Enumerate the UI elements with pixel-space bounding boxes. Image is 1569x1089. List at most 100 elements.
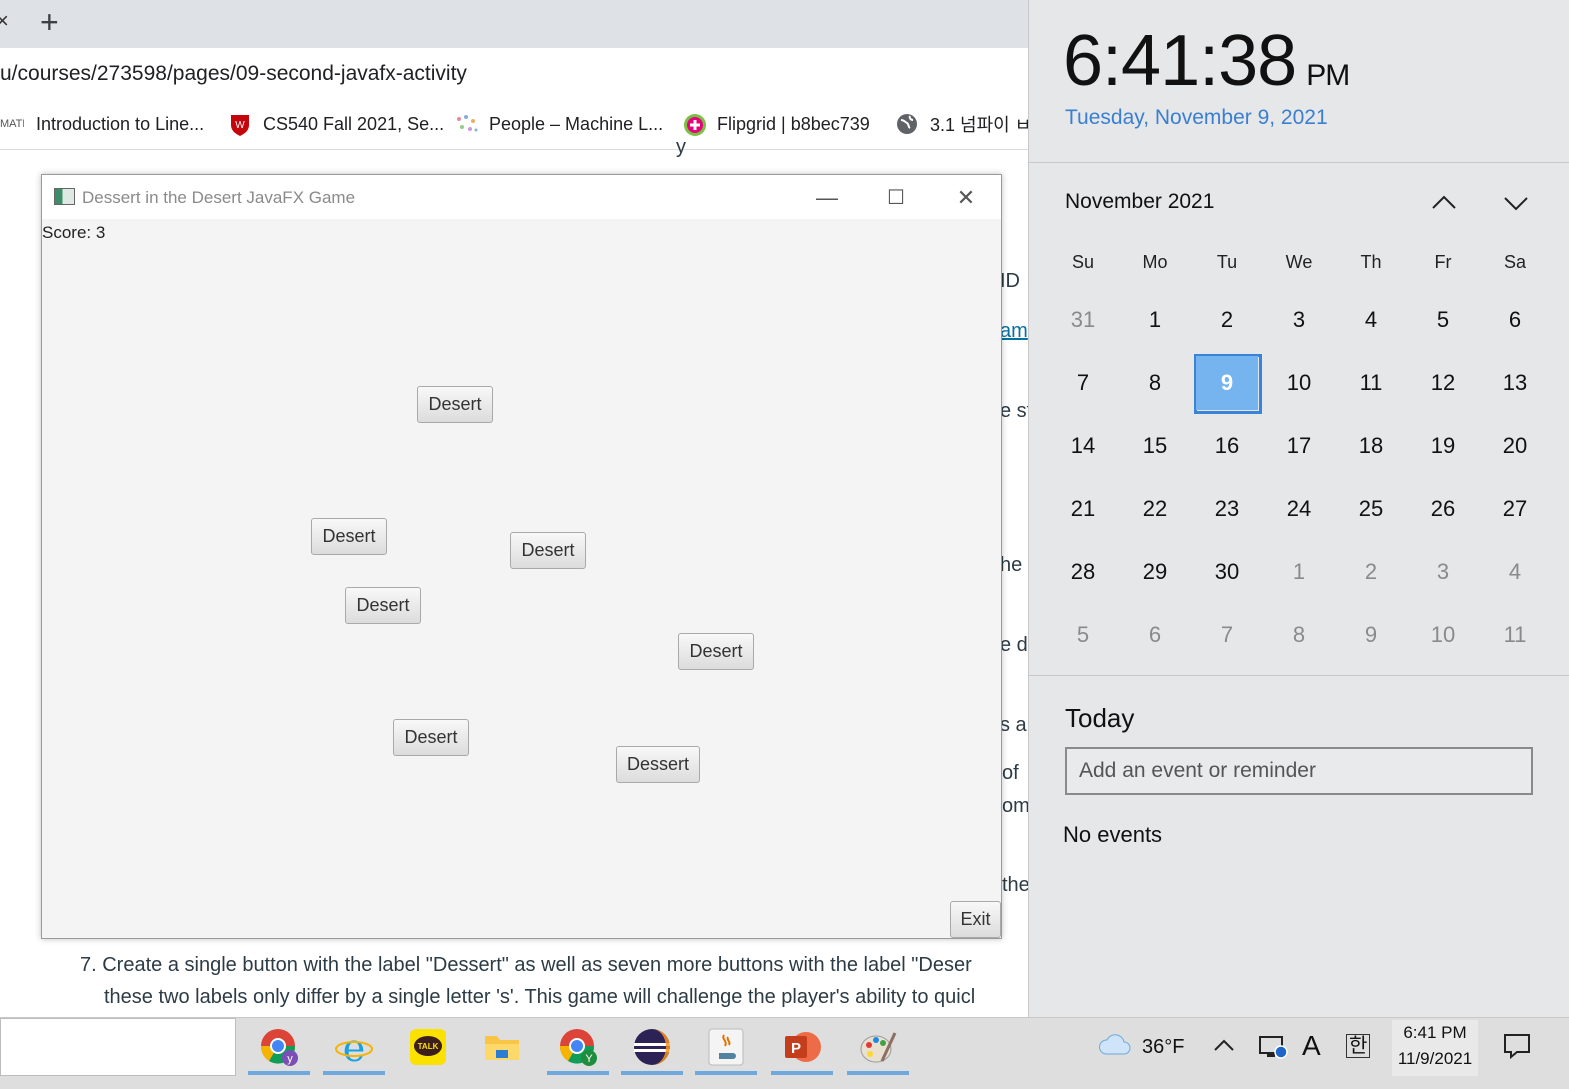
calendar-day[interactable]: 3 [1407,540,1479,603]
calendar-day[interactable]: 24 [1263,477,1335,540]
calendar-day[interactable]: 19 [1407,414,1479,477]
calendar-day[interactable]: 30 [1191,540,1263,603]
bookmark-item[interactable]: MATH Introduction to Line... [0,110,204,138]
maximize-button[interactable]: ☐ [874,183,918,213]
new-tab-button[interactable]: + [40,4,59,41]
chrome-icon[interactable]: Y [552,1024,604,1070]
page-text-fragment: om [1002,795,1030,817]
calendar-day[interactable]: 22 [1119,477,1191,540]
desert-button[interactable]: Desert [510,532,586,569]
calendar-day[interactable]: 7 [1047,351,1119,414]
chevron-down-icon [1504,197,1528,211]
close-button[interactable]: ✕ [944,183,988,213]
input-method-letter[interactable]: A [1302,1030,1321,1062]
weather-temperature[interactable]: 36°F [1142,1036,1184,1059]
kakaotalk-icon[interactable]: TALK [402,1024,454,1070]
desert-button[interactable]: Desert [345,587,421,624]
calendar-day-selected[interactable]: 9 [1196,356,1258,410]
calendar-day[interactable]: 15 [1119,414,1191,477]
calendar-day[interactable]: 17 [1263,414,1335,477]
divider [1029,162,1569,163]
desert-button[interactable]: Desert [393,719,469,756]
taskbar-search-box[interactable] [0,1018,236,1076]
calendar-day[interactable]: 11 [1335,351,1407,414]
calendar-day[interactable]: 11 [1479,603,1551,666]
calendar-day[interactable]: 10 [1407,603,1479,666]
calendar-day[interactable]: 28 [1047,540,1119,603]
javafx-game-window: Dessert in the Desert JavaFX Game — ☐ ✕ … [41,174,1002,939]
desert-button[interactable]: Desert [311,518,387,555]
add-event-input[interactable]: Add an event or reminder [1065,747,1533,795]
page-text-fragment: ID [1000,270,1020,292]
browser-tab-strip [0,0,1030,48]
calendar-day[interactable]: 2 [1335,540,1407,603]
calendar-day[interactable]: 21 [1047,477,1119,540]
page-link-fragment[interactable]: am [1000,320,1028,343]
chrome-profile-icon[interactable]: y [253,1024,305,1070]
calendar-day[interactable]: 1 [1263,540,1335,603]
calendar-day[interactable]: 1 [1119,288,1191,351]
exit-button[interactable]: Exit [950,901,1001,938]
calendar-day[interactable]: 20 [1479,414,1551,477]
notification-icon[interactable] [1502,1032,1532,1065]
calendar-day[interactable]: 5 [1047,603,1119,666]
internet-explorer-icon[interactable]: e [328,1024,380,1070]
network-icon[interactable] [1258,1034,1288,1065]
calendar-day[interactable]: 29 [1119,540,1191,603]
bookmark-item[interactable]: 3.1 넘파이 ㅂ [896,110,1031,138]
calendar-day[interactable]: 4 [1335,288,1407,351]
calendar-day[interactable]: 31 [1047,288,1119,351]
calendar-day[interactable]: 6 [1119,603,1191,666]
page-text-fragment: the [1002,874,1030,896]
bookmark-item[interactable]: Flipgrid | b8bec739 [683,110,870,138]
calendar-day[interactable]: 12 [1407,351,1479,414]
no-events-text: No events [1063,822,1163,847]
java-icon[interactable] [700,1024,752,1070]
instruction-step-7-cont: these two labels only differ by a single… [104,986,976,1008]
cloud-icon [1098,1032,1132,1061]
calendar-day[interactable]: 8 [1263,603,1335,666]
calendar-day[interactable]: 14 [1047,414,1119,477]
calendar-day[interactable]: 2 [1191,288,1263,351]
next-month-button[interactable] [1499,186,1533,220]
window-title-bar[interactable]: Dessert in the Desert JavaFX Game — ☐ ✕ [42,175,1001,219]
bookmark-item[interactable]: People – Machine L... [455,110,663,138]
paint-icon[interactable] [852,1024,904,1070]
desert-button[interactable]: Desert [417,386,493,423]
bookmark-label: Flipgrid | b8bec739 [717,113,870,134]
bookmark-label: 3.1 넘파이 ㅂ [930,115,1032,135]
calendar-day[interactable]: 10 [1263,351,1335,414]
calendar-day[interactable]: 25 [1335,477,1407,540]
korean-ime-indicator[interactable]: 한 [1346,1034,1371,1058]
calendar-day[interactable]: 18 [1335,414,1407,477]
calendar-day[interactable]: 16 [1191,414,1263,477]
minimize-button[interactable]: — [805,183,849,213]
calendar-day[interactable]: 26 [1407,477,1479,540]
calendar-day[interactable]: 3 [1263,288,1335,351]
calendar-day[interactable]: 6 [1479,288,1551,351]
calendar-flyout: 6:41:38 PM Tuesday, November 9, 2021 Nove… [1028,0,1569,1017]
dessert-button[interactable]: Dessert [616,746,700,783]
powerpoint-icon[interactable]: P [776,1024,828,1070]
calendar-day[interactable]: 5 [1407,288,1479,351]
taskbar-clock[interactable]: 6:41 PM 11/9/2021 [1392,1020,1478,1076]
url-text[interactable]: u/courses/273598/pages/09-second-javafx-… [0,62,467,86]
calendar-day[interactable]: 13 [1479,351,1551,414]
eclipse-icon[interactable] [626,1024,678,1070]
tab-close-icon[interactable]: × [0,8,9,34]
calendar-day[interactable]: 23 [1191,477,1263,540]
desert-button[interactable]: Desert [678,633,754,670]
svg-text:TALK: TALK [418,1042,439,1051]
full-date-link[interactable]: Tuesday, November 9, 2021 [1065,106,1328,130]
month-label[interactable]: November 2021 [1065,190,1214,214]
calendar-day[interactable]: 4 [1479,540,1551,603]
previous-month-button[interactable] [1427,186,1461,220]
chevron-up-icon[interactable] [1212,1036,1236,1061]
calendar-day[interactable]: 8 [1119,351,1191,414]
calendar-day[interactable]: 27 [1479,477,1551,540]
bookmark-item[interactable]: W CS540 Fall 2021, Se... [229,110,444,138]
svg-text:W: W [235,120,245,131]
calendar-day[interactable]: 7 [1191,603,1263,666]
calendar-day[interactable]: 9 [1335,603,1407,666]
file-explorer-icon[interactable] [476,1024,528,1070]
